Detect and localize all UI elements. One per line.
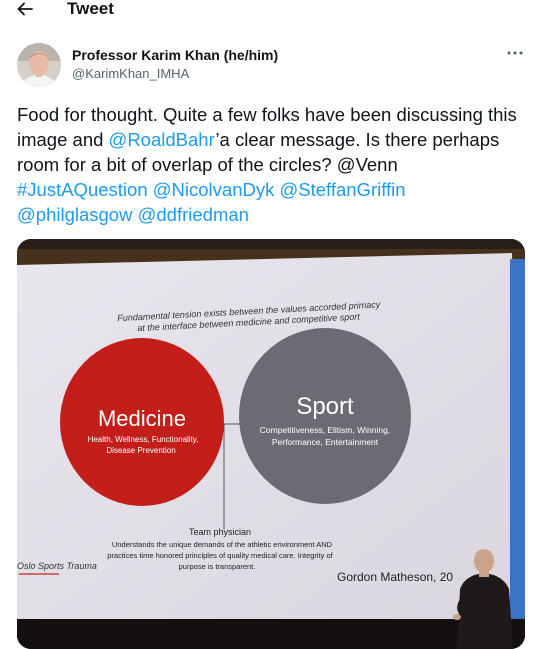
mention-link[interactable]: @NicolvanDyk — [153, 179, 275, 200]
top-bar: Tweet — [0, 0, 533, 24]
slide-logo: Oslo Sports Trauma — [17, 561, 97, 571]
team-physician-line1: Understands the unique demands of the at… — [112, 540, 333, 549]
mention-link[interactable]: @RoaldBahr — [109, 129, 216, 150]
mention-link[interactable]: @SteffanGriffin — [279, 179, 405, 200]
avatar[interactable] — [17, 43, 61, 87]
author-name[interactable]: Professor Karim Khan (he/him) — [72, 47, 278, 63]
team-physician-title: Team physician — [189, 527, 251, 537]
tweet-media-image[interactable]: Fundamental tension exists between the v… — [17, 239, 525, 649]
author-handle[interactable]: @KarimKhan_IMHA — [72, 66, 189, 82]
sport-line1: Competitiveness, Elitism, Winning, — [260, 425, 390, 435]
medicine-line1: Health, Wellness, Functionality, — [88, 435, 199, 444]
page-title: Tweet — [67, 0, 114, 18]
profile-photo — [17, 43, 61, 87]
sport-line2: Performance, Entertainment — [272, 437, 379, 447]
more-button[interactable] — [503, 45, 527, 63]
slide-author-credit: Gordon Matheson, 20 — [337, 570, 453, 584]
more-horizontal-icon — [507, 51, 523, 55]
team-physician-line2: practices time honored principles of qua… — [107, 551, 333, 560]
mention-link[interactable]: @ddfriedman — [138, 204, 249, 225]
medicine-title: Medicine — [98, 406, 186, 431]
slide-photo: Fundamental tension exists between the v… — [17, 239, 525, 649]
hashtag-link[interactable]: #JustAQuestion — [17, 179, 148, 200]
medicine-line2: Disease Prevention — [106, 446, 175, 455]
team-physician-line3: purpose is transparent. — [179, 562, 256, 571]
mention-link[interactable]: @philglasgow — [17, 204, 132, 225]
tweet-text: Food for thought. Quite a few folks have… — [17, 102, 522, 227]
sport-title: Sport — [296, 393, 354, 420]
arrow-left-icon — [17, 2, 33, 16]
back-button[interactable] — [16, 0, 40, 20]
